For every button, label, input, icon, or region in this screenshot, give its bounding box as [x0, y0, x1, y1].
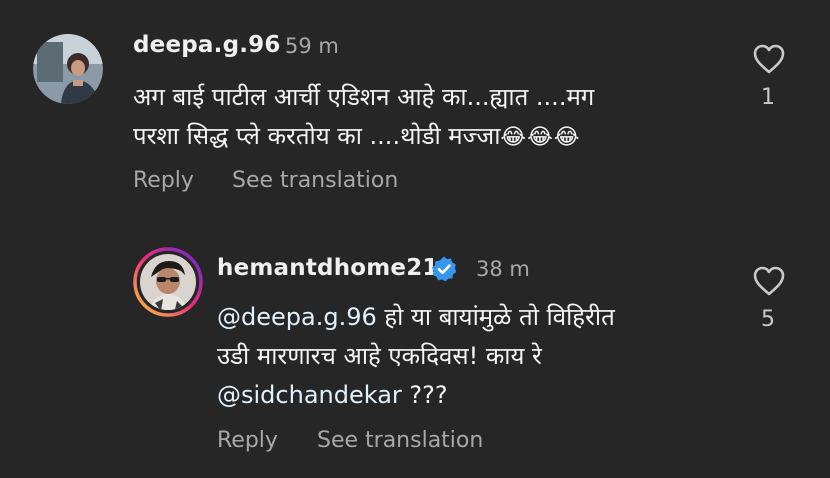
comment-username[interactable]: hemantdhome21	[217, 255, 439, 281]
reply-button[interactable]: Reply	[217, 428, 278, 453]
heart-icon[interactable]	[752, 43, 786, 75]
see-translation-button[interactable]: See translation	[232, 168, 398, 193]
like-count: 5	[761, 307, 775, 332]
reply-button[interactable]: Reply	[133, 168, 194, 193]
comment-line: @sidchandekar ???	[217, 376, 615, 415]
comment-line: अग बाई पाटील आर्ची एडिशन आहे का...ह्यात …	[133, 83, 595, 111]
mention-link[interactable]: @deepa.g.96	[217, 303, 377, 331]
comments-thread: deepa.g.96 59 m अग बाई पाटील आर्ची एडिशन…	[0, 0, 830, 478]
user-photo-icon	[33, 34, 103, 104]
comment-line-text: हो या बायांमुळे तो विहिरीत	[376, 303, 615, 331]
comment-text: @deepa.g.96 हो या बायांमुळे तो विहिरीत उ…	[217, 298, 615, 415]
laughing-emoji-icon: 😂😂😂	[500, 125, 581, 150]
comment-line: परशा सिद्ध प्ले करतोय का ....थोडी मज्जा😂…	[133, 117, 594, 157]
comment-line: @deepa.g.96 हो या बायांमुळे तो विहिरीत	[217, 298, 615, 337]
comment-line-text: परशा सिद्ध प्ले करतोय का ....थोडी मज्जा	[133, 122, 501, 150]
comment-time: 38 m	[476, 257, 530, 281]
user-photo-icon	[133, 247, 203, 317]
like-count: 1	[761, 85, 775, 110]
avatar[interactable]	[133, 247, 203, 317]
comment-username[interactable]: deepa.g.96	[133, 32, 281, 58]
heart-icon[interactable]	[752, 265, 786, 297]
comment-time: 59 m	[285, 34, 339, 58]
comment-text: अग बाई पाटील आर्ची एडिशन आहे का...ह्यात …	[133, 78, 594, 157]
verified-badge-icon	[432, 256, 457, 282]
comment-line: उडी मारणारच आहे एकदिवस! काय रे	[217, 342, 542, 370]
mention-link[interactable]: @sidchandekar	[217, 381, 402, 409]
avatar[interactable]	[33, 34, 103, 104]
see-translation-button[interactable]: See translation	[317, 428, 483, 453]
comment-line-text: ???	[401, 381, 448, 409]
